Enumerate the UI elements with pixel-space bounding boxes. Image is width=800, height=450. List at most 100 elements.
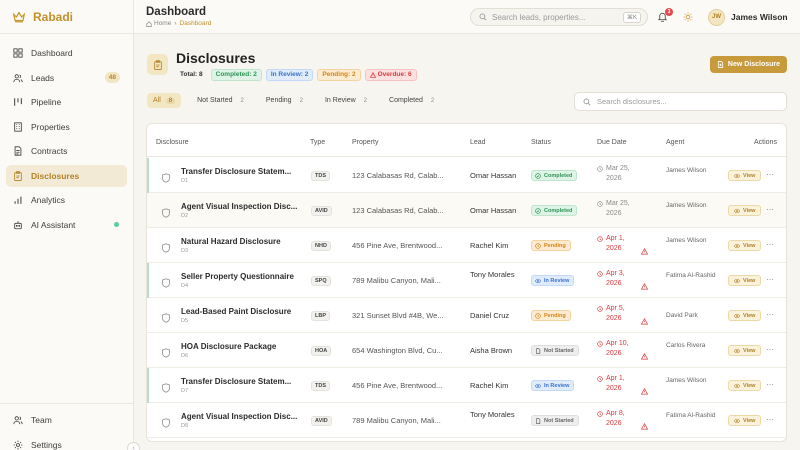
user-name[interactable]: James Wilson: [731, 12, 788, 22]
sidebar-item-ai-assistant[interactable]: AI Assistant: [6, 214, 127, 236]
sidebar-item-leads[interactable]: Leads 48: [6, 67, 127, 89]
disclosure-title[interactable]: HOA Disclosure Package: [181, 342, 276, 351]
more-actions-button[interactable]: ···: [766, 240, 774, 249]
shield-icon: [161, 380, 171, 393]
alert-icon: [640, 417, 649, 430]
clock-icon: [597, 164, 606, 184]
more-actions-button[interactable]: ···: [766, 275, 774, 284]
disclosure-search-input[interactable]: [597, 97, 782, 106]
disclosure-id: D6: [181, 353, 189, 359]
disclosure-title[interactable]: Transfer Disclosure Statem...: [181, 167, 291, 176]
due-date: Mar 25, 2026: [597, 164, 642, 184]
more-actions-button[interactable]: ···: [766, 170, 774, 179]
file-text-icon: [14, 146, 22, 156]
table-row[interactable]: Transfer Disclosure Statem... D7 TDS 456 Pi…: [147, 368, 786, 403]
brand[interactable]: Rabadi: [0, 0, 133, 34]
table-row[interactable]: Transfer Disclosure Statem... D1 TDS 123 Ca…: [147, 158, 786, 193]
table-row[interactable]: Natural Hazard Disclosure D3 NHD 456 Pine A…: [147, 228, 786, 263]
breadcrumb-home[interactable]: Home: [154, 20, 171, 27]
tab-count: 2: [430, 97, 435, 104]
table-row[interactable]: Lead-Based Paint Disclosure D5 LBP 321 Suns…: [147, 298, 786, 333]
alert-icon: [640, 312, 649, 325]
type-badge: NHD: [311, 241, 331, 251]
due-date-text: Apr 8, 2026: [606, 410, 625, 427]
sidebar-item-disclosures[interactable]: Disclosures: [6, 164, 127, 187]
column-header-status[interactable]: Status: [531, 139, 551, 146]
view-button[interactable]: View: [728, 380, 762, 391]
column-header-lead[interactable]: Lead: [470, 139, 486, 146]
sidebar-item-label: Contracts: [31, 146, 68, 156]
clock-icon: [535, 242, 544, 249]
disclosure-title[interactable]: Agent Visual Inspection Disc...: [181, 412, 297, 421]
sidebar-nav: Dashboard Leads 48 Pipeline Properties C…: [0, 34, 133, 236]
sidebar-item-analytics[interactable]: Analytics: [6, 189, 127, 211]
disclosure-title[interactable]: Seller Property Questionnaire: [181, 272, 294, 281]
global-search-input[interactable]: [492, 12, 627, 22]
tab-not-started[interactable]: Not Started 2: [191, 93, 250, 108]
clock-icon: [597, 409, 606, 429]
search-shortcut: ⌘K: [622, 12, 641, 23]
view-button[interactable]: View: [728, 310, 762, 321]
sidebar-item-contracts[interactable]: Contracts: [6, 140, 127, 162]
status-label: Not Started: [544, 347, 574, 354]
disclosure-title[interactable]: Agent Visual Inspection Disc...: [181, 202, 297, 211]
check-circle-icon: [535, 172, 544, 179]
disclosure-search[interactable]: [574, 92, 787, 111]
disclosure-title[interactable]: Natural Hazard Disclosure: [181, 237, 281, 246]
shield-icon: [161, 415, 171, 428]
due-date-text: Apr 5, 2026: [606, 305, 625, 322]
view-button[interactable]: View: [728, 415, 762, 426]
column-header-agent[interactable]: Agent: [666, 139, 684, 146]
avatar[interactable]: JW: [708, 9, 725, 26]
status-label: Completed: [544, 207, 573, 214]
column-header-type[interactable]: Type: [310, 139, 325, 146]
more-actions-button[interactable]: ···: [766, 205, 774, 214]
view-button[interactable]: View: [728, 275, 762, 286]
view-button[interactable]: View: [728, 345, 762, 356]
brand-name: Rabadi: [33, 9, 74, 24]
tab-in-review[interactable]: In Review 2: [319, 93, 373, 108]
column-header-property[interactable]: Property: [352, 139, 378, 146]
lead-name: Omar Hassan: [470, 206, 517, 215]
tab-completed[interactable]: Completed 2: [383, 93, 440, 108]
sun-icon[interactable]: [683, 12, 693, 22]
sidebar-item-label: Settings: [31, 439, 62, 450]
sidebar-collapse-button[interactable]: ‹: [127, 442, 140, 450]
sidebar-item-settings[interactable]: Settings: [6, 434, 128, 450]
view-button[interactable]: View: [728, 240, 762, 251]
column-header-due-date[interactable]: Due Date: [597, 139, 627, 146]
disclosure-title[interactable]: Lead-Based Paint Disclosure: [181, 307, 291, 316]
view-button[interactable]: View: [728, 205, 762, 216]
table-row[interactable]: HOA Disclosure Package D6 HOA 654 Washingto…: [147, 333, 786, 368]
tab-all[interactable]: All 8: [147, 93, 182, 108]
global-search[interactable]: ⌘K: [470, 8, 648, 26]
row-accent: [147, 263, 149, 298]
clock-icon: [597, 304, 606, 324]
more-actions-button[interactable]: ···: [766, 345, 774, 354]
shield-icon: [161, 345, 171, 358]
clipboard-icon: [147, 54, 168, 75]
table-row[interactable]: Agent Visual Inspection Disc... D2 AVID 123…: [147, 193, 786, 228]
column-header-disclosure[interactable]: Disclosure: [156, 139, 189, 146]
more-actions-button[interactable]: ···: [766, 415, 774, 424]
tab-pending[interactable]: Pending 2: [260, 93, 309, 108]
disclosure-title[interactable]: Transfer Disclosure Statem...: [181, 377, 291, 386]
agent-name: James Wilson: [666, 202, 707, 209]
breadcrumb-current: Dashboard: [179, 20, 212, 27]
stat-total: Total: 8: [180, 71, 203, 78]
view-button[interactable]: View: [728, 170, 762, 181]
eye-icon: [734, 313, 743, 319]
type-badge: SPQ: [311, 276, 331, 286]
sidebar-item-properties[interactable]: Properties: [6, 116, 127, 138]
file-icon: [535, 347, 544, 354]
new-disclosure-button[interactable]: New Disclosure: [710, 56, 787, 73]
table-row[interactable]: Agent Visual Inspection Disc... D8 AVID 789…: [147, 403, 786, 438]
more-actions-button[interactable]: ···: [766, 310, 774, 319]
sidebar-item-pipeline[interactable]: Pipeline: [6, 91, 127, 113]
sidebar-item-team[interactable]: Team: [6, 409, 128, 431]
property-address: 123 Calabasas Rd, Calab...: [352, 206, 444, 215]
table-row[interactable]: Seller Property Questionnaire D4 SPQ 789 Ma…: [147, 263, 786, 298]
sidebar-bottom: Team Settings: [0, 403, 134, 450]
sidebar-item-dashboard[interactable]: Dashboard: [6, 42, 127, 64]
more-actions-button[interactable]: ···: [766, 380, 774, 389]
